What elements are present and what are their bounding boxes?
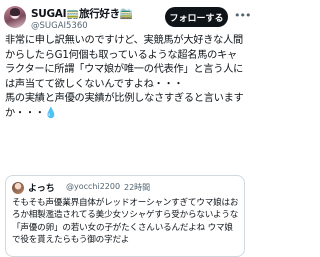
more-horizontal-icon[interactable]: ••• (234, 9, 251, 22)
quoted-separator: · (118, 182, 121, 191)
quoted-tweet[interactable]: よっち @yocchi2200 · 22時間 そもそも声優業界自体がレッドオーシ… (5, 175, 245, 257)
avatar[interactable] (4, 6, 26, 28)
quoted-timestamp: 22時間 (124, 183, 151, 192)
display-name[interactable]: SUGAI🚃旅行好き🚞 (31, 6, 133, 21)
quoted-display-name: よっち (28, 184, 55, 194)
follow-button[interactable]: フォローする (165, 7, 228, 27)
quoted-tweet-text: そもそも声優業界自体がレッドオーシャンすぎてウマ娘はおろか相製濫造されてる美少女… (12, 198, 239, 246)
user-handle[interactable]: @SUGAI5360 (31, 21, 88, 31)
quoted-handle: @yocchi2200 (66, 182, 121, 191)
tweet-text: 非常に申し訳無いのですけど、実競馬が大好きな人間からしたらG1何個も取っているよ… (5, 35, 244, 119)
quoted-avatar (12, 182, 24, 194)
